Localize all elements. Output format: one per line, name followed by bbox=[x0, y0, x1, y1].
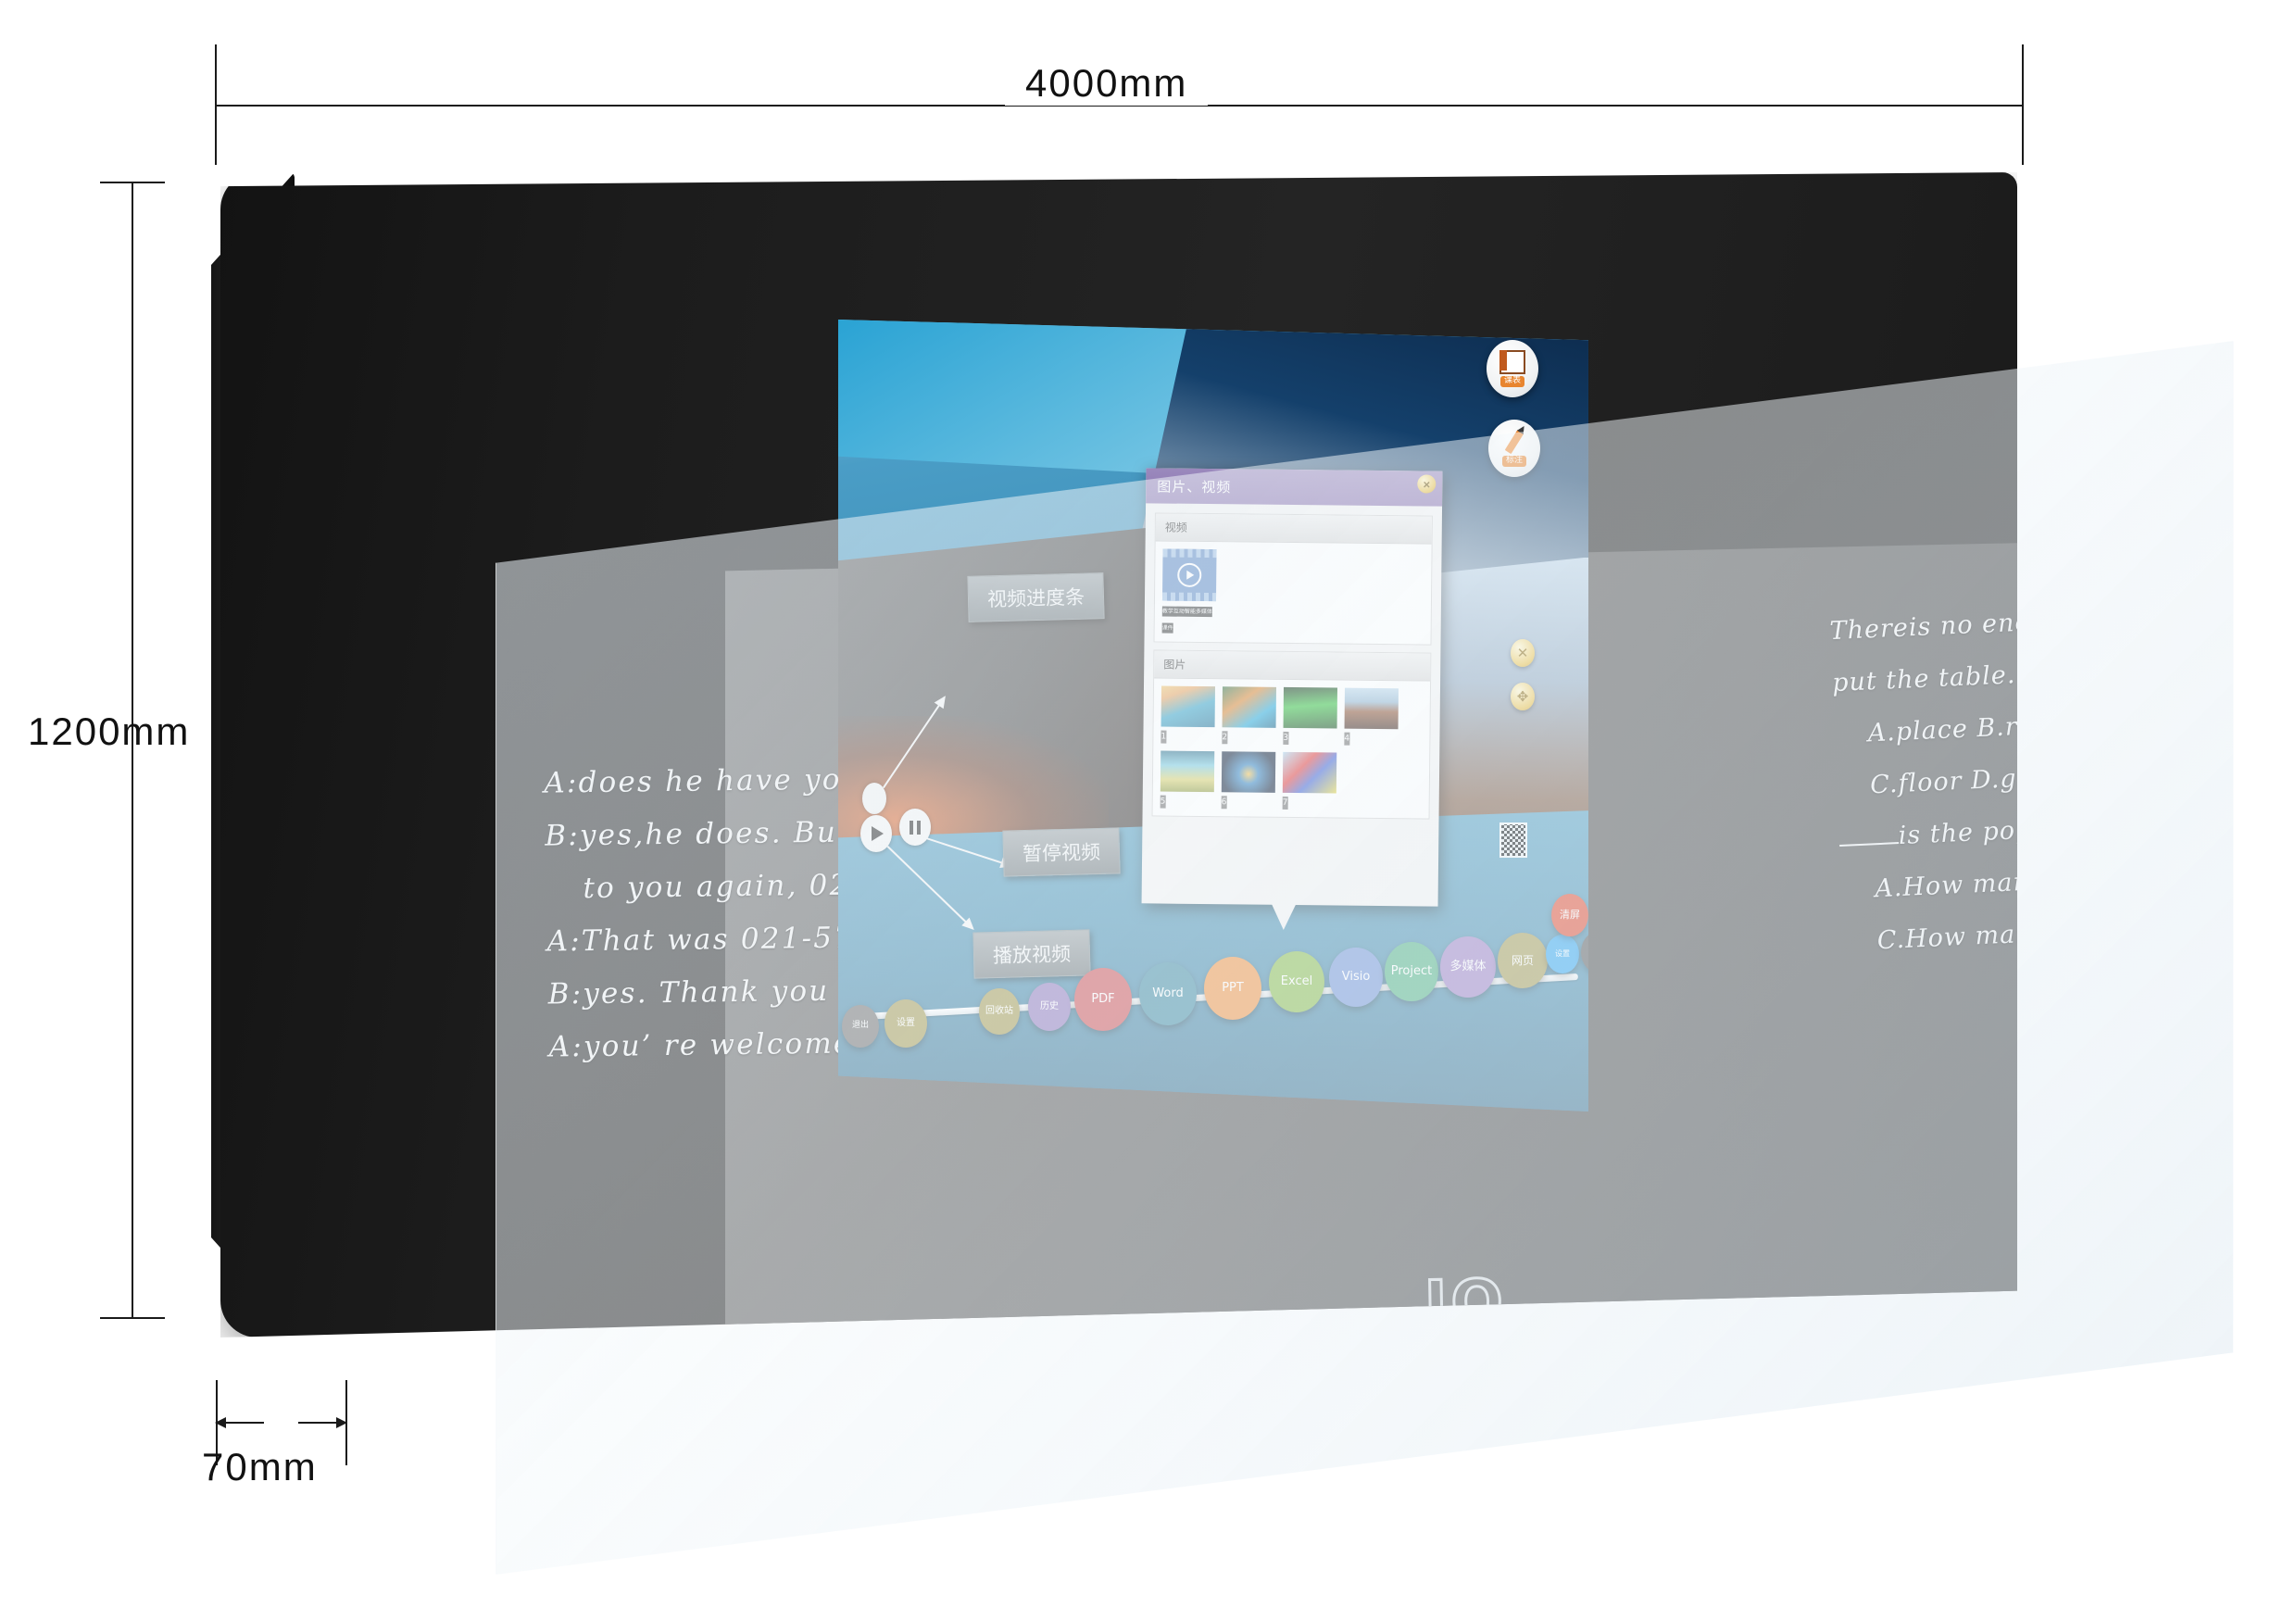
image-thumb-preview bbox=[1344, 687, 1399, 730]
q1-stem-a: Thereis no enough bbox=[1828, 605, 2083, 647]
video-thumb-image bbox=[1161, 548, 1217, 602]
interactive-whiteboard: A:does he have you number? B:yes,he does… bbox=[0, 0, 2296, 1620]
dialog-pointer-tail bbox=[1268, 898, 1299, 931]
app-button[interactable]: 设置 bbox=[885, 999, 927, 1048]
app-launcher-rail[interactable]: 退出 设置 回收站 历史 PDF Word PPT Excel Visio Project 多媒体网… bbox=[838, 894, 1588, 1048]
embedded-display-screen[interactable]: 视频进度条 暂停视频 播放视频 课表 标注 ✕ ✥ 图片、视频 × 视频 教学互… bbox=[838, 320, 1588, 1111]
pause-button[interactable] bbox=[899, 809, 931, 846]
image-thumb-preview bbox=[1282, 751, 1337, 794]
callout-video-progress: 视频进度条 bbox=[967, 572, 1105, 622]
image-thumb-preview bbox=[1222, 686, 1277, 728]
move-icon[interactable]: ✥ bbox=[1511, 683, 1535, 710]
app-button[interactable]: Project bbox=[1385, 942, 1438, 1001]
close-icon[interactable]: ✕ bbox=[1511, 639, 1535, 667]
app-button-label: PDF bbox=[1091, 992, 1115, 1007]
app-button[interactable]: 多媒体 bbox=[1440, 936, 1496, 998]
app-button-label: 多媒体 bbox=[1449, 960, 1487, 974]
image-panel: 图片 1 2 3 4 5 6 7 bbox=[1151, 649, 1432, 820]
app-button[interactable]: 退出 bbox=[842, 1005, 879, 1048]
image-thumb-caption: 1 bbox=[1161, 730, 1167, 744]
image-panel-body: 1 2 3 4 5 6 7 bbox=[1153, 678, 1431, 818]
image-thumbnail[interactable]: 2 bbox=[1222, 686, 1277, 745]
image-thumbnail[interactable]: 7 bbox=[1282, 751, 1337, 810]
brand-logo: JQ bbox=[1423, 1265, 1509, 1339]
annotate-button[interactable]: 标注 bbox=[1488, 420, 1540, 477]
app-button[interactable]: Excel bbox=[1269, 951, 1324, 1012]
video-panel-body: 教学互动智能多媒体课件 bbox=[1155, 541, 1432, 644]
app-button[interactable]: 相机 bbox=[1581, 931, 1588, 973]
callout-pause-video: 暂停视频 bbox=[1002, 827, 1121, 877]
play-icon bbox=[1177, 562, 1202, 587]
image-thumbnail[interactable]: 4 bbox=[1344, 687, 1399, 747]
app-button-label: 设置 bbox=[1555, 948, 1570, 958]
dialog-close-icon[interactable]: × bbox=[1417, 474, 1437, 494]
app-button[interactable]: PPT bbox=[1204, 957, 1261, 1020]
app-button-label: PPT bbox=[1222, 981, 1244, 996]
video-panel: 视频 教学互动智能多媒体课件 bbox=[1153, 512, 1433, 646]
notebook-icon bbox=[1499, 350, 1525, 375]
q2-blank bbox=[1839, 842, 1900, 847]
image-thumb-preview bbox=[1160, 750, 1215, 793]
clear-screen-button[interactable]: 清屏 bbox=[1551, 894, 1588, 936]
image-thumb-caption: 4 bbox=[1344, 732, 1350, 746]
notebook-button[interactable]: 课表 bbox=[1487, 340, 1538, 397]
app-button-label: 历史 bbox=[1040, 1000, 1059, 1011]
dialog-body: 视频 教学互动智能多媒体课件 图片 1 2 3 4 5 6 7 bbox=[1142, 503, 1442, 835]
app-button-label: Excel bbox=[1280, 974, 1313, 989]
app-button-label: 退出 bbox=[851, 1021, 869, 1031]
video-thumb-caption: 教学互动智能多媒体课件 bbox=[1161, 606, 1212, 634]
app-button-label: 网页 bbox=[1511, 953, 1534, 967]
handwritten-questions: Thereis no enoughon the corner to put th… bbox=[1828, 582, 2296, 969]
q1-blank bbox=[2082, 623, 2141, 628]
qr-code-icon bbox=[1499, 823, 1527, 858]
image-panel-header: 图片 bbox=[1154, 650, 1431, 682]
clear-screen-label: 清屏 bbox=[1560, 909, 1580, 922]
image-thumb-preview bbox=[1161, 685, 1216, 728]
app-button-label: 回收站 bbox=[985, 1005, 1013, 1016]
image-thumb-caption: 5 bbox=[1160, 795, 1166, 809]
annotate-button-label: 标注 bbox=[1501, 456, 1526, 467]
app-button-label: Project bbox=[1390, 964, 1433, 979]
image-thumbnail[interactable]: 3 bbox=[1283, 686, 1337, 746]
q2-stem-text: is the population of the city? bbox=[1898, 803, 2289, 851]
image-thumb-caption: 6 bbox=[1221, 796, 1227, 810]
image-thumbnail[interactable]: 1 bbox=[1161, 685, 1216, 745]
app-button[interactable]: Visio bbox=[1329, 948, 1383, 1007]
app-button[interactable]: 设置 bbox=[1546, 935, 1579, 973]
pause-icon bbox=[910, 820, 921, 835]
image-thumbnail[interactable]: 5 bbox=[1160, 750, 1215, 810]
video-thumbnail[interactable]: 教学互动智能多媒体课件 bbox=[1161, 548, 1217, 635]
play-icon bbox=[872, 826, 884, 841]
pencil-icon bbox=[1504, 429, 1524, 455]
image-thumb-caption: 3 bbox=[1283, 731, 1289, 745]
app-button-label: 设置 bbox=[897, 1017, 915, 1028]
q1-stem-b: on the corner to bbox=[2139, 594, 2296, 632]
app-button[interactable]: 网页 bbox=[1498, 933, 1548, 988]
notebook-button-label: 课表 bbox=[1499, 376, 1524, 387]
dialog-titlebar: 图片、视频 × bbox=[1146, 468, 1443, 507]
media-picker-dialog[interactable]: 图片、视频 × 视频 教学互动智能多媒体课件 图片 1 2 3 4 5 6 7 bbox=[1141, 468, 1443, 907]
image-thumbnail[interactable]: 6 bbox=[1221, 751, 1276, 810]
app-button[interactable]: 回收站 bbox=[979, 988, 1020, 1035]
dialog-title: 图片、视频 bbox=[1157, 477, 1232, 496]
image-thumb-caption: 2 bbox=[1222, 731, 1228, 745]
app-button[interactable]: 历史 bbox=[1028, 983, 1071, 1031]
image-thumb-preview bbox=[1283, 686, 1337, 729]
image-thumb-preview bbox=[1221, 751, 1276, 793]
app-button[interactable]: PDF bbox=[1074, 968, 1132, 1031]
app-button[interactable]: Word bbox=[1139, 962, 1197, 1025]
app-button-label: Word bbox=[1152, 986, 1184, 1001]
app-button-label: Visio bbox=[1341, 970, 1371, 985]
image-thumb-caption: 7 bbox=[1282, 796, 1288, 810]
video-panel-header: 视频 bbox=[1155, 513, 1432, 545]
